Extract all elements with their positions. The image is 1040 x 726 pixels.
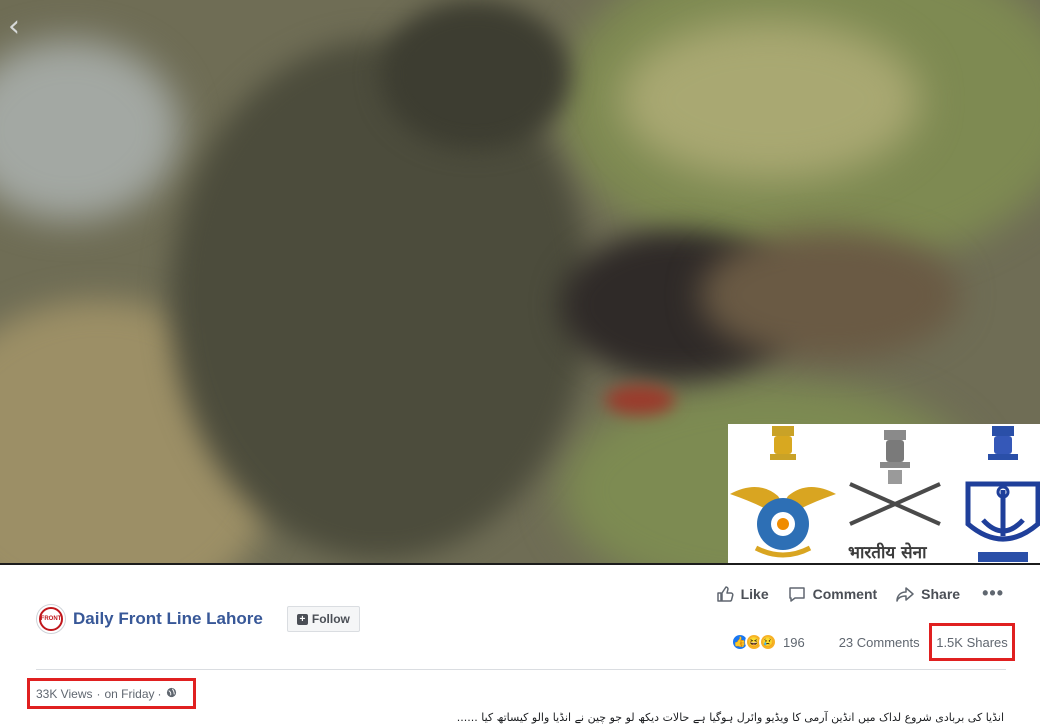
reaction-count: 196 bbox=[783, 634, 805, 650]
post-stats: 👍 😆 😢 196 23 Comments bbox=[731, 633, 920, 651]
page-avatar[interactable]: FRONT bbox=[36, 604, 66, 634]
post-time[interactable]: on Friday bbox=[104, 687, 154, 701]
soldier-helmet bbox=[380, 0, 570, 150]
post-action-bar: Like Comment Share ••• bbox=[697, 583, 1004, 604]
follow-label: Follow bbox=[311, 612, 350, 626]
share-arrow-icon bbox=[896, 586, 914, 602]
air-force-emblem-icon bbox=[730, 426, 836, 558]
sad-reaction-icon: 😢 bbox=[759, 633, 777, 651]
page-header: FRONT Daily Front Line Lahore + Follow bbox=[36, 604, 360, 634]
comment-bubble-icon bbox=[788, 586, 805, 602]
meta-separator: · bbox=[96, 686, 101, 701]
comments-count-link[interactable]: 23 Comments bbox=[839, 635, 920, 650]
follow-button[interactable]: + Follow bbox=[286, 606, 360, 632]
meta-separator-2: · bbox=[157, 686, 162, 701]
like-label: Like bbox=[740, 585, 769, 602]
like-button[interactable]: Like bbox=[715, 584, 769, 604]
reactions-summary[interactable]: 👍 😆 😢 196 bbox=[731, 633, 805, 651]
share-button[interactable]: Share bbox=[895, 584, 960, 604]
page-name-link[interactable]: Daily Front Line Lahore bbox=[73, 609, 263, 629]
post-meta: 33K Views · on Friday · bbox=[27, 678, 196, 709]
foliage-highlight bbox=[620, 20, 920, 180]
rocks-top-left bbox=[0, 40, 180, 220]
army-emblem-text: भारतीय सेना bbox=[848, 543, 927, 563]
chevron-left-icon[interactable]: ‹ bbox=[8, 12, 34, 42]
comment-label: Comment bbox=[812, 585, 878, 602]
navy-emblem-icon bbox=[965, 426, 1040, 562]
divider bbox=[36, 669, 1006, 670]
globe-icon bbox=[166, 687, 177, 701]
red-spot bbox=[605, 385, 675, 415]
share-label: Share bbox=[921, 585, 961, 602]
views-count: 33K Views bbox=[36, 686, 93, 701]
post-caption: انڈیا کی بربادی شروع لداک میں انڈین آرمی… bbox=[456, 711, 1004, 724]
video-player[interactable]: ‹ भारतीय सेना bbox=[0, 0, 1040, 565]
comment-button[interactable]: Comment bbox=[787, 584, 878, 604]
lying-figure-uniform bbox=[700, 230, 960, 360]
military-emblems-overlay: भारतीय सेना bbox=[728, 424, 1040, 563]
more-options-icon[interactable]: ••• bbox=[982, 583, 1004, 604]
shares-count-link[interactable]: 1.5K Shares bbox=[929, 623, 1015, 661]
thumbs-up-icon bbox=[716, 585, 734, 602]
plus-icon: + bbox=[296, 613, 308, 625]
page-logo-text: FRONT bbox=[39, 607, 63, 631]
